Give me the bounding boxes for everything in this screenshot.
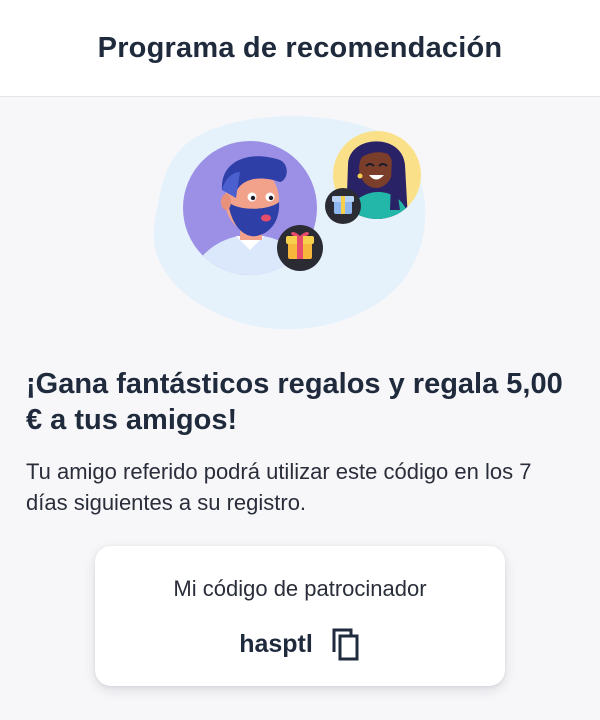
sponsor-code-row: hasptl bbox=[95, 624, 505, 664]
app-header: Programa de recomendación bbox=[0, 0, 600, 97]
gift-icon bbox=[325, 188, 361, 224]
headline: ¡Gana fantásticos regalos y regala 5,00 … bbox=[26, 368, 563, 436]
sponsor-code-value: hasptl bbox=[239, 629, 313, 658]
page-title: Programa de recomendación bbox=[97, 31, 503, 64]
copy-icon[interactable] bbox=[327, 626, 361, 662]
referral-illustration bbox=[153, 116, 426, 330]
description: Tu amigo referido podrá utilizar este có… bbox=[26, 459, 532, 515]
sponsor-code-label: Mi código de patrocinador bbox=[173, 576, 427, 601]
gift-icon bbox=[277, 225, 323, 271]
sponsor-code-card: Mi código de patrocinador hasptl bbox=[95, 546, 505, 686]
